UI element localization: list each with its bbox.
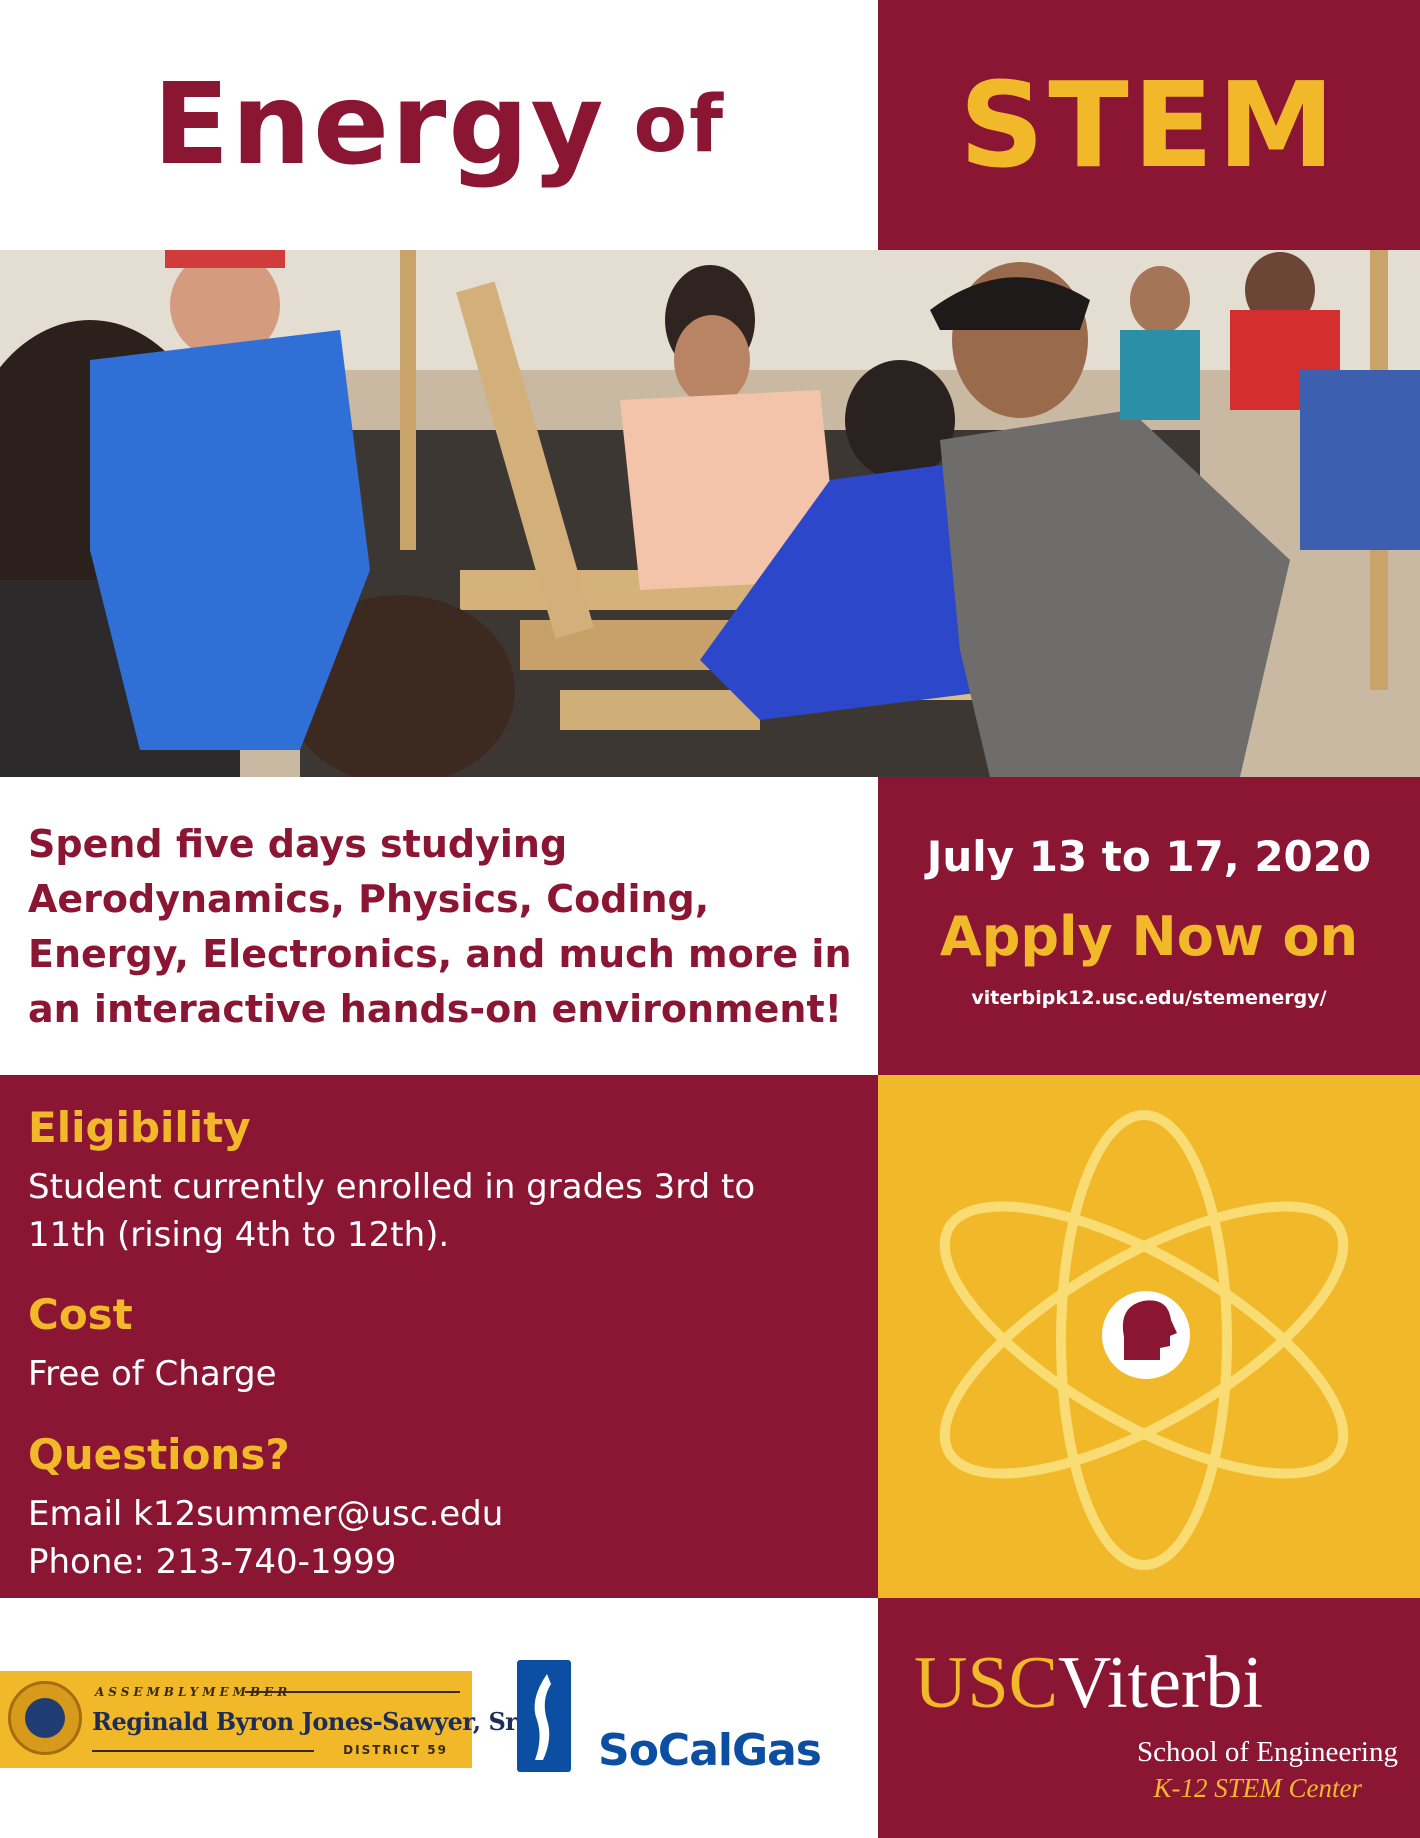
usc-viterbi-logo: USCViterbi [914,1646,1263,1720]
info-panel: Eligibility Student currently enrolled i… [0,1075,878,1598]
k12-stem-center-label: K-12 STEM Center [1153,1773,1363,1803]
brain-head-icon [1102,1291,1190,1379]
contact-text: Email k12summer@usc.edu Phone: 213-740-1… [28,1490,848,1586]
eligibility-line: 11th (rising 4th to 12th). [28,1215,450,1255]
apply-now-heading: Apply Now on [939,905,1359,968]
assemblymember-badge: ASSEMBLYMEMBER Reginald Byron Jones-Sawy… [0,1671,524,1768]
title-stem: STEM [959,56,1339,194]
description-line: Spend five days studying [28,822,568,866]
assembly-district: DISTRICT 59 [343,1743,448,1757]
description-text: Spend five days studying Aerodynamics, P… [28,817,868,1037]
cost-heading: Cost [28,1290,133,1339]
email-link[interactable]: Email k12summer@usc.edu [28,1490,848,1538]
socalgas-flame-icon [517,1660,571,1772]
date-range: July 13 to 17, 2020 [926,832,1372,881]
title-right-panel: STEM [878,0,1420,250]
viterbi-wordmark: Viterbi [1057,1642,1264,1724]
eligibility-heading: Eligibility [28,1103,251,1152]
eligibility-text: Student currently enrolled in grades 3rd… [28,1163,848,1259]
title-left-panel: Energy of [0,0,878,250]
badge-rule [92,1750,314,1752]
dates-panel: July 13 to 17, 2020 Apply Now on viterbi… [878,777,1420,1075]
eligibility-line: Student currently enrolled in grades 3rd… [28,1167,756,1207]
workshop-photo [0,250,1420,777]
workshop-photo-illustration [0,250,1420,777]
phone-number: Phone: 213-740-1999 [28,1542,397,1582]
description-line: Energy, Electronics, and much more in [28,932,852,976]
apply-url-link[interactable]: viterbipk12.usc.edu/stemenergy/ [878,987,1420,1009]
usc-wordmark: USC [914,1642,1058,1724]
title-of: of [633,80,726,170]
assemblymember-name: Reginald Byron Jones-Sawyer, Sr. [92,1707,524,1736]
cost-value: Free of Charge [28,1354,277,1394]
sponsor-logos-panel: ASSEMBLYMEMBER Reginald Byron Jones-Sawy… [0,1598,878,1838]
questions-heading: Questions? [28,1430,290,1479]
atom-panel [878,1075,1420,1598]
title-energy: Energy [152,60,606,190]
atom-icon [939,1110,1349,1570]
california-seal-icon [8,1681,82,1755]
usc-viterbi-panel: USCViterbi School of Engineering K-12 ST… [878,1598,1420,1838]
description-line: an interactive hands-on environment! [28,987,842,1031]
school-of-engineering-label: School of Engineering [1137,1736,1398,1768]
description-panel: Spend five days studying Aerodynamics, P… [0,777,878,1075]
badge-rule [245,1691,460,1693]
socalgas-logo-text: SoCalGas [598,1725,822,1776]
description-line: Aerodynamics, Physics, Coding, [28,877,710,921]
